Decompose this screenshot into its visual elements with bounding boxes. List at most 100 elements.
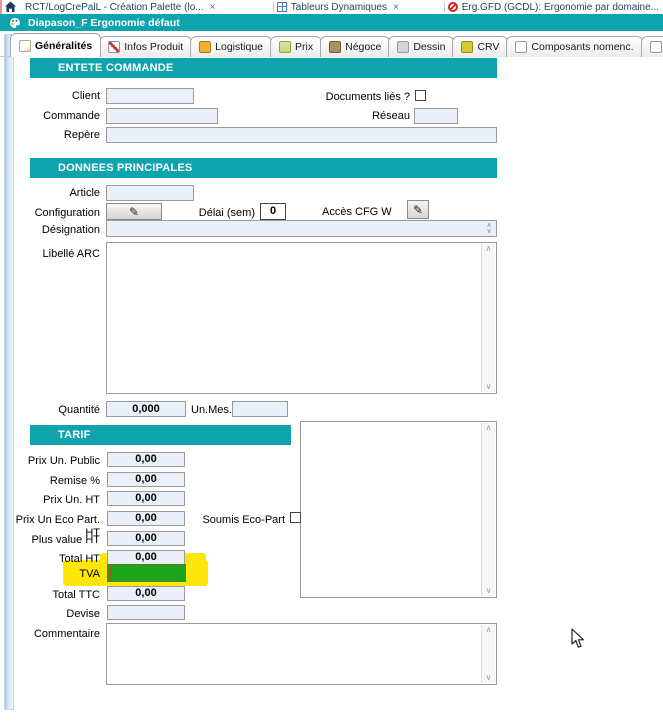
- home-icon[interactable]: [4, 1, 17, 13]
- tab-prix[interactable]: Prix: [270, 36, 322, 57]
- tab-label: Logistique: [215, 41, 263, 53]
- designation-label: Désignation: [0, 224, 100, 237]
- libelle-arc-scrollbar[interactable]: ∧ ∨: [481, 244, 495, 392]
- table-icon: [277, 2, 287, 12]
- tab-label: Prix: [295, 41, 313, 53]
- designation-field[interactable]: ∧ ∨: [106, 220, 497, 237]
- prix-un-ht-label: Prix Un. HT: [0, 494, 100, 507]
- tab-negoce[interactable]: Négoce: [320, 36, 390, 57]
- browser-tab-ergonomie[interactable]: Erg.GFD (GCDL): Ergonomie par domaine...: [448, 0, 663, 14]
- app-title: Diapason_F Ergonomie défaut: [28, 17, 180, 29]
- plus-value-ht-field[interactable]: 0,00: [107, 531, 185, 546]
- commentaire-scrollbar[interactable]: ∧ ∨: [481, 625, 495, 683]
- tva-field[interactable]: [107, 564, 186, 582]
- palette-icon: [9, 17, 21, 29]
- tab-its-nomenc[interactable]: ITs nomenc.: [641, 36, 663, 57]
- repere-field[interactable]: [106, 127, 497, 143]
- prix-un-public-label: Prix Un. Public: [0, 455, 100, 468]
- quantite-label: Quantité: [0, 404, 100, 417]
- remise-label: Remise %: [0, 475, 100, 488]
- tab-label: CRV: [477, 41, 499, 53]
- prix-un-ht-field[interactable]: 0,00: [107, 491, 185, 506]
- reseau-field[interactable]: [414, 108, 458, 124]
- prix-un-eco-part-field[interactable]: 0,00: [107, 511, 185, 526]
- diapason-window: RCT/LogCrePalL - Création Palette (lo...…: [0, 0, 663, 728]
- browser-tab-bar: RCT/LogCrePalL - Création Palette (lo...…: [4, 0, 663, 14]
- tarif-notes-scrollbar[interactable]: ∧ ∨: [481, 423, 495, 596]
- article-field[interactable]: [106, 185, 194, 201]
- tab-label: Dessin: [413, 41, 445, 53]
- document-icon: [650, 41, 662, 53]
- tab-logistique[interactable]: Logistique: [190, 36, 272, 57]
- tab-label: Négoce: [345, 41, 381, 53]
- client-label: Client: [0, 90, 100, 103]
- browser-tab-title: RCT/LogCrePalL - Création Palette (lo...: [25, 2, 204, 13]
- total-ht-field[interactable]: 0,00: [107, 550, 185, 565]
- close-icon[interactable]: ×: [393, 2, 399, 13]
- prix-icon: [279, 41, 291, 53]
- infos-produit-icon: [108, 41, 120, 53]
- browser-tab-title: Erg.GFD (GCDL): Ergonomie par domaine...: [462, 2, 659, 13]
- tab-generalites[interactable]: Généralités: [10, 33, 101, 57]
- tarif-notes-textarea[interactable]: ∧ ∨: [300, 421, 497, 598]
- tab-label: Généralités: [35, 40, 92, 52]
- configuration-label: Configuration: [0, 207, 100, 220]
- devise-label: Devise: [0, 608, 100, 621]
- repere-label: Repère: [0, 129, 100, 142]
- document-icon: [515, 41, 527, 53]
- commande-field[interactable]: [106, 108, 218, 124]
- commentaire-textarea[interactable]: ∧ ∨: [106, 623, 497, 685]
- prix-un-public-field[interactable]: 0,00: [107, 452, 185, 467]
- scroll-up-icon[interactable]: ∧: [486, 625, 492, 635]
- dessin-icon: [397, 41, 409, 53]
- scroll-down-icon[interactable]: ∨: [486, 382, 492, 392]
- soumis-eco-part-checkbox[interactable]: [290, 512, 301, 523]
- tab-dessin[interactable]: Dessin: [388, 36, 454, 57]
- quantite-field[interactable]: 0,000: [106, 401, 186, 417]
- scroll-down-icon[interactable]: ∨: [486, 586, 492, 596]
- libelle-arc-textarea[interactable]: ∧ ∨: [106, 242, 497, 394]
- app-tab-strip: Généralités Infos Produit Logistique Pri…: [10, 33, 663, 57]
- browser-tab-title: Tableurs Dynamiques: [291, 2, 387, 13]
- client-field[interactable]: [106, 88, 194, 104]
- documents-lies-checkbox[interactable]: [415, 90, 426, 101]
- blocked-icon: [448, 2, 458, 12]
- acces-cfg-button[interactable]: ✎: [407, 200, 429, 219]
- devise-field[interactable]: [107, 605, 185, 620]
- remise-field[interactable]: 0,00: [107, 472, 185, 487]
- edit-icon: ✎: [413, 203, 423, 217]
- tab-crv[interactable]: CRV: [452, 36, 508, 57]
- scroll-down-icon[interactable]: ∨: [486, 673, 492, 683]
- scroll-down-icon[interactable]: ∨: [486, 229, 491, 235]
- delai-field[interactable]: 0: [260, 203, 286, 220]
- mouse-cursor: [571, 628, 586, 649]
- commentaire-label: Commentaire: [0, 628, 100, 641]
- logistique-icon: [199, 41, 211, 53]
- scroll-up-icon[interactable]: ∧: [486, 423, 492, 433]
- tab-label: Composants nomenc.: [531, 41, 633, 53]
- tab-composants-nomenc[interactable]: Composants nomenc.: [506, 36, 642, 57]
- section-header-entete-commande: ENTETE COMMANDE: [30, 58, 497, 78]
- configuration-button[interactable]: ✎: [106, 203, 162, 220]
- close-icon[interactable]: ×: [210, 2, 216, 13]
- un-mes-field[interactable]: [232, 401, 288, 417]
- delai-label: Délai (sem): [195, 207, 255, 220]
- total-ttc-field[interactable]: 0,00: [107, 586, 185, 601]
- browser-tab-creation-palette[interactable]: RCT/LogCrePalL - Création Palette (lo...…: [21, 0, 270, 14]
- scroll-up-icon[interactable]: ∧: [486, 244, 492, 254]
- crv-icon: [461, 41, 473, 53]
- libelle-arc-label: Libellé ARC: [0, 248, 100, 261]
- designation-spinner[interactable]: ∧ ∨: [483, 222, 495, 235]
- edit-icon: ✎: [129, 205, 139, 219]
- un-mes-label: Un.Mes.: [191, 404, 231, 417]
- total-ttc-label: Total TTC: [0, 589, 100, 602]
- acces-cfg-label: Accès CFG W: [322, 206, 402, 219]
- tab-separator: [444, 2, 445, 12]
- article-label: Article: [0, 187, 100, 200]
- negoce-icon: [329, 41, 341, 53]
- tab-infos-produit[interactable]: Infos Produit: [99, 36, 192, 57]
- section-header-donnees-principales: DONNEES PRINCIPALES: [30, 158, 497, 178]
- browser-tab-tableurs[interactable]: Tableurs Dynamiques ×: [277, 0, 441, 14]
- app-title-bar: Diapason_F Ergonomie défaut: [0, 14, 663, 31]
- section-header-tarif: TARIF: [30, 425, 291, 445]
